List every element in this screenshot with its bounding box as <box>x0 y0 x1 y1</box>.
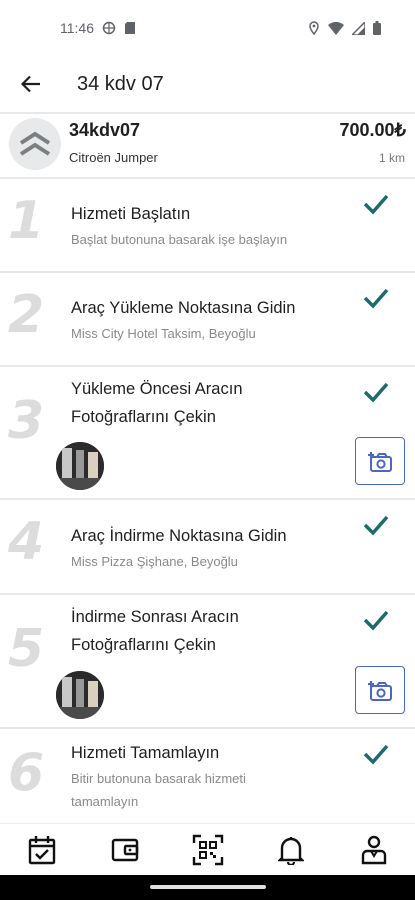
arrow-back-icon <box>21 75 40 93</box>
location-icon <box>309 21 319 35</box>
step-number: 5 <box>8 619 45 679</box>
add-photo-button[interactable] <box>355 437 405 485</box>
app-bar: 34 kdv 07 <box>0 56 415 112</box>
step-number: 1 <box>8 191 45 251</box>
wifi-icon <box>328 21 344 35</box>
status-bar: 11:46 <box>0 0 415 56</box>
battery-icon <box>373 21 381 35</box>
vehicle-model: Citroën Jumper <box>69 150 158 165</box>
add-camera-icon <box>368 452 392 472</box>
step-title-line-1: Yükleme Öncesi Aracın <box>71 380 243 398</box>
nav-tasks[interactable] <box>22 830 62 870</box>
home-gesture-handle[interactable] <box>150 885 266 889</box>
citroen-logo-icon <box>9 118 61 170</box>
vehicle-summary: 34kdv07 Citroën Jumper 700.00₺ 1 km <box>0 114 415 176</box>
step-3: 3 Yükleme Öncesi Aracın Fotoğraflarını Ç… <box>0 367 415 498</box>
check-icon <box>363 610 389 631</box>
step-title-line-2: Fotoğraflarını Çekin <box>71 408 216 426</box>
step-number: 3 <box>8 391 45 451</box>
step-2: 2 Araç Yükleme Noktasına Gidin Miss City… <box>0 273 415 365</box>
step-5: 5 İndirme Sonrası Aracın Fotoğraflarını … <box>0 595 415 727</box>
signal-icon <box>352 21 365 35</box>
step-subtitle: Miss Pizza Şişhane, Beyoğlu <box>71 554 238 569</box>
step-title: Hizmeti Tamamlayın <box>71 744 220 762</box>
step-number: 6 <box>8 743 45 803</box>
check-icon <box>363 194 389 215</box>
add-photo-button[interactable] <box>355 666 405 714</box>
nav-notifications[interactable] <box>271 830 311 870</box>
sd-card-icon <box>125 22 135 34</box>
check-icon <box>363 288 389 309</box>
step-title: Hizmeti Başlatın <box>71 205 191 223</box>
vpn-globe-icon <box>102 21 116 35</box>
back-button[interactable] <box>18 71 44 97</box>
vehicle-plate: 34kdv07 <box>69 120 141 140</box>
nav-profile[interactable] <box>354 830 394 870</box>
service-distance: 1 km <box>378 151 405 165</box>
user-badge-icon <box>361 835 386 865</box>
check-icon <box>363 744 389 765</box>
bell-icon <box>277 837 304 865</box>
calendar-check-icon <box>28 836 55 865</box>
step-subtitle: Miss City Hotel Taksim, Beyoğlu <box>71 326 256 341</box>
step-subtitle: Başlat butonuna basarak işe başlayın <box>71 232 288 247</box>
nav-qr-scan[interactable] <box>188 830 228 870</box>
qr-scan-icon <box>192 834 223 866</box>
step-title: Araç İndirme Noktasına Gidin <box>71 527 287 545</box>
step-number: 2 <box>8 285 45 345</box>
system-navigation-bar <box>0 875 415 900</box>
vehicle-photo-thumbnail[interactable] <box>56 442 104 490</box>
step-1: 1 Hizmeti Başlatın Başlat butonuna basar… <box>0 179 415 271</box>
step-title-line-2: Fotoğraflarını Çekin <box>71 636 216 654</box>
check-icon <box>363 382 389 403</box>
status-time: 11:46 <box>60 20 94 36</box>
vehicle-photo-thumbnail[interactable] <box>56 671 104 719</box>
page-title: 34 kdv 07 <box>77 72 164 95</box>
service-price: 700.00₺ <box>339 120 406 140</box>
step-title: Araç Yükleme Noktasına Gidin <box>71 299 296 317</box>
step-subtitle-line-1: Bitir butonuna basarak hizmeti <box>71 771 246 786</box>
bottom-navigation <box>0 823 415 876</box>
add-camera-icon <box>368 681 392 701</box>
step-6: 6 Hizmeti Tamamlayın Bitir butonuna basa… <box>0 729 415 823</box>
step-title-line-1: İndirme Sonrası Aracın <box>71 608 239 626</box>
step-subtitle-line-2: tamamlayın <box>71 794 139 809</box>
step-4: 4 Araç İndirme Noktasına Gidin Miss Pizz… <box>0 500 415 593</box>
step-number: 4 <box>8 512 45 572</box>
nav-wallet[interactable] <box>105 830 145 870</box>
check-icon <box>363 515 389 536</box>
wallet-icon <box>111 838 138 862</box>
